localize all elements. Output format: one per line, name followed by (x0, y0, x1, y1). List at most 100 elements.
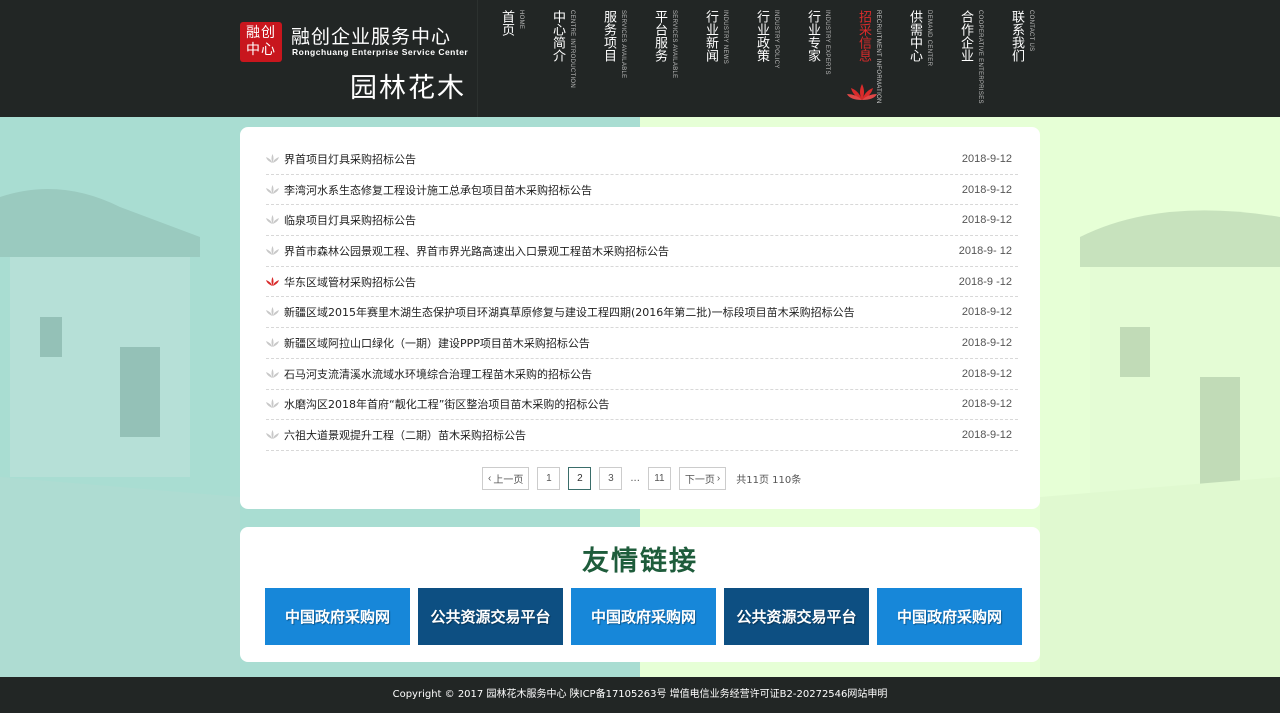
friendly-link-button[interactable]: 中国政府采购网 (877, 588, 1022, 645)
friendly-link-button[interactable]: 中国政府采购网 (571, 588, 716, 645)
lotus-bullet-icon (266, 245, 279, 255)
announcement-row-left: 李湾河水系生态修复工程设计施工总承包项目苗木采购招标公告 (266, 182, 592, 198)
announcement-row-left: 水磨沟区2018年首府“靓化工程”街区整治项目苗木采购的招标公告 (266, 396, 609, 412)
announcement-row[interactable]: 李湾河水系生态修复工程设计施工总承包项目苗木采购招标公告 2018-9-12 (266, 175, 1018, 206)
announcement-title[interactable]: 石马河支流清溪水流域水环境综合治理工程苗木采购的招标公告 (284, 366, 592, 382)
friendly-link-button[interactable]: 公共资源交易平台 (418, 588, 563, 645)
nav-item-1[interactable]: 中心简介 CENTRE INTRODUCTION (549, 10, 600, 110)
announcement-date: 2018-9- 12 (958, 244, 1012, 257)
announcement-row[interactable]: 六祖大道景观提升工程（二期）苗木采购招标公告 2018-9-12 (266, 420, 1018, 451)
nav-item-label-en: COOPERATIVE ENTERPRISES (977, 10, 983, 104)
announcement-row-left: 临泉项目灯具采购招标公告 (266, 212, 416, 228)
announcement-list: 界首项目灯具采购招标公告 2018-9-12 李湾河水系生态修复工程设计施工总承包项… (266, 144, 1018, 451)
announcement-row-left: 界首市森林公园景观工程、界首市界光路高速出入口景观工程苗木采购招标公告 (266, 243, 669, 259)
chevron-right-icon: › (716, 473, 721, 484)
nav-item-label: 合作企业 (958, 10, 973, 62)
page-button-2-current[interactable]: 2 (568, 467, 592, 490)
announcement-row-left: 新疆区域阿拉山口绿化（一期）建设PPP项目苗木采购招标公告 (266, 335, 590, 351)
nav-item-5[interactable]: 行业政策 INDUSTRY POLICY (753, 10, 804, 110)
nav-item-label-en: DEMAND CENTER (926, 10, 932, 67)
nav-item-label-en: CENTRE INTRODUCTION (569, 10, 575, 89)
nav-item-label: 供需中心 (907, 10, 922, 62)
nav-item-label: 平台服务 (652, 10, 667, 62)
friendly-link-button[interactable]: 中国政府采购网 (265, 588, 410, 645)
announcement-date: 2018-9-12 (961, 336, 1012, 349)
logo-mark-line2: 中心 (246, 42, 276, 58)
announcement-row[interactable]: 新疆区域阿拉山口绿化（一期）建设PPP项目苗木采购招标公告 2018-9-12 (266, 328, 1018, 359)
announcement-title[interactable]: 华东区域管材采购招标公告 (284, 274, 416, 290)
nav-item-4[interactable]: 行业新闻 INDUSTRY NEWS (702, 10, 753, 110)
announcement-row[interactable]: 水磨沟区2018年首府“靓化工程”街区整治项目苗木采购的招标公告 2018-9-1… (266, 390, 1018, 421)
ink-village-art-left (0, 189, 240, 677)
nav-item-label: 行业新闻 (703, 10, 718, 62)
nav-item-8[interactable]: 供需中心 DEMAND CENTER (906, 10, 957, 110)
nav-item-label-en: HOME (518, 10, 524, 30)
announcement-row[interactable]: 临泉项目灯具采购招标公告 2018-9-12 (266, 205, 1018, 237)
nav-item-10[interactable]: 联系我们 CONTACT US (1008, 10, 1059, 110)
page-button-3[interactable]: 3 (599, 467, 623, 490)
bid-announcement-list-card: 界首项目灯具采购招标公告 2018-9-12 李湾河水系生态修复工程设计施工总承包项… (240, 127, 1040, 509)
lotus-bullet-icon (266, 276, 279, 286)
friendly-links-card: 友情链接 中国政府采购网 公共资源交易平台 中国政府采购网 公共资源交易平台 中国政府采… (240, 527, 1040, 662)
nav-item-2[interactable]: 服务项目 SERVICES AVAILABLE (600, 10, 651, 110)
announcement-title[interactable]: 新疆区域阿拉山口绿化（一期）建设PPP项目苗木采购招标公告 (284, 335, 590, 351)
announcement-title[interactable]: 新疆区域2015年赛里木湖生态保护项目环湖真草原修复与建设工程四期(2016年第… (284, 304, 855, 320)
announcement-date: 2018-9-12 (961, 398, 1012, 411)
header-divider (477, 0, 478, 117)
announcement-row[interactable]: 华东区域管材采购招标公告 2018-9 -12 (266, 267, 1018, 298)
announcement-title[interactable]: 临泉项目灯具采购招标公告 (284, 212, 416, 228)
lotus-bullet-icon (266, 368, 279, 378)
announcement-row[interactable]: 界首项目灯具采购招标公告 2018-9-12 (266, 144, 1018, 175)
nav-item-3[interactable]: 平台服务 SERVICES AVAILABLE (651, 10, 702, 110)
announcement-row-left: 石马河支流清溪水流域水环境综合治理工程苗木采购的招标公告 (266, 366, 592, 382)
prev-page-button[interactable]: ‹ 上一页 (482, 467, 530, 490)
announcement-title[interactable]: 李湾河水系生态修复工程设计施工总承包项目苗木采购招标公告 (284, 182, 592, 198)
site-footer: Copyright © 2017 园林花木服务中心 陕ICP备17105263号… (0, 677, 1280, 713)
lotus-bullet-icon (266, 153, 279, 163)
lotus-bullet-icon (266, 307, 279, 317)
announcement-row[interactable]: 界首市森林公园景观工程、界首市界光路高速出入口景观工程苗木采购招标公告 2018-… (266, 236, 1018, 267)
nav-item-label-en: INDUSTRY POLICY (773, 10, 779, 69)
page-button-last[interactable]: 11 (647, 467, 671, 490)
page-ellipsis: ... (630, 473, 640, 484)
brand-name-en: Rongchuang Enterprise Service Center (292, 47, 469, 57)
site-section-title: 园林花木 (350, 73, 466, 104)
lotus-bullet-icon (266, 430, 279, 440)
nav-item-label: 行业政策 (754, 10, 769, 62)
announcement-title[interactable]: 界首市森林公园景观工程、界首市界光路高速出入口景观工程苗木采购招标公告 (284, 243, 669, 259)
nav-item-9[interactable]: 合作企业 COOPERATIVE ENTERPRISES (957, 10, 1008, 110)
announcement-row-left: 六祖大道景观提升工程（二期）苗木采购招标公告 (266, 427, 526, 443)
footer-copyright: Copyright © 2017 园林花木服务中心 陕ICP备17105263号… (392, 689, 888, 700)
prev-page-label: 上一页 (493, 475, 524, 486)
nav-item-7[interactable]: 招采信息 RECRUITMENT INFORMATION (847, 10, 906, 110)
page-total-count: 共11页 110条 (736, 475, 802, 486)
lotus-bullet-icon (266, 337, 279, 347)
announcement-title[interactable]: 六祖大道景观提升工程（二期）苗木采购招标公告 (284, 427, 526, 443)
announcement-title[interactable]: 水磨沟区2018年首府“靓化工程”街区整治项目苗木采购的招标公告 (284, 396, 609, 412)
page-button-1[interactable]: 1 (537, 467, 561, 490)
site-header: 融创 中心 融创企业服务中心 Rongchuang Enterprise Ser… (0, 0, 1280, 117)
nav-item-label: 首页 (499, 10, 514, 36)
friendly-links-row: 中国政府采购网 公共资源交易平台 中国政府采购网 公共资源交易平台 中国政府采购网 (265, 588, 1022, 645)
brand-name[interactable]: 融创企业服务中心 (291, 22, 451, 49)
next-page-button[interactable]: 下一页 › (678, 467, 727, 490)
announcement-title[interactable]: 界首项目灯具采购招标公告 (284, 151, 416, 167)
nav-item-label-en: CONTACT US (1028, 10, 1034, 52)
nav-item-label: 行业专家 (805, 10, 820, 62)
announcement-date: 2018-9-12 (961, 367, 1012, 380)
nav-item-0[interactable]: 首页 HOME (498, 10, 549, 110)
announcement-row-left: 新疆区域2015年赛里木湖生态保护项目环湖真草原修复与建设工程四期(2016年第… (266, 304, 855, 320)
friendly-links-title: 友情链接 (582, 546, 698, 577)
announcement-row[interactable]: 新疆区域2015年赛里木湖生态保护项目环湖真草原修复与建设工程四期(2016年第… (266, 297, 1018, 329)
nav-item-label-en: INDUSTRY NEWS (722, 10, 728, 65)
announcement-date: 2018-9 -12 (958, 275, 1012, 288)
announcement-date: 2018-9-12 (961, 306, 1012, 319)
announcement-row[interactable]: 石马河支流清溪水流域水环境综合治理工程苗木采购的招标公告 2018-9-12 (266, 359, 1018, 390)
friendly-link-button[interactable]: 公共资源交易平台 (724, 588, 869, 645)
announcement-date: 2018-9-12 (961, 183, 1012, 196)
lotus-active-icon (847, 84, 877, 100)
nav-item-label: 中心简介 (550, 10, 565, 62)
nav-item-label-en: INDUSTRY EXPERTS (824, 10, 830, 75)
logo-mark[interactable]: 融创 中心 (240, 22, 282, 62)
nav-item-label-en: SERVICES AVAILABLE (620, 10, 626, 79)
